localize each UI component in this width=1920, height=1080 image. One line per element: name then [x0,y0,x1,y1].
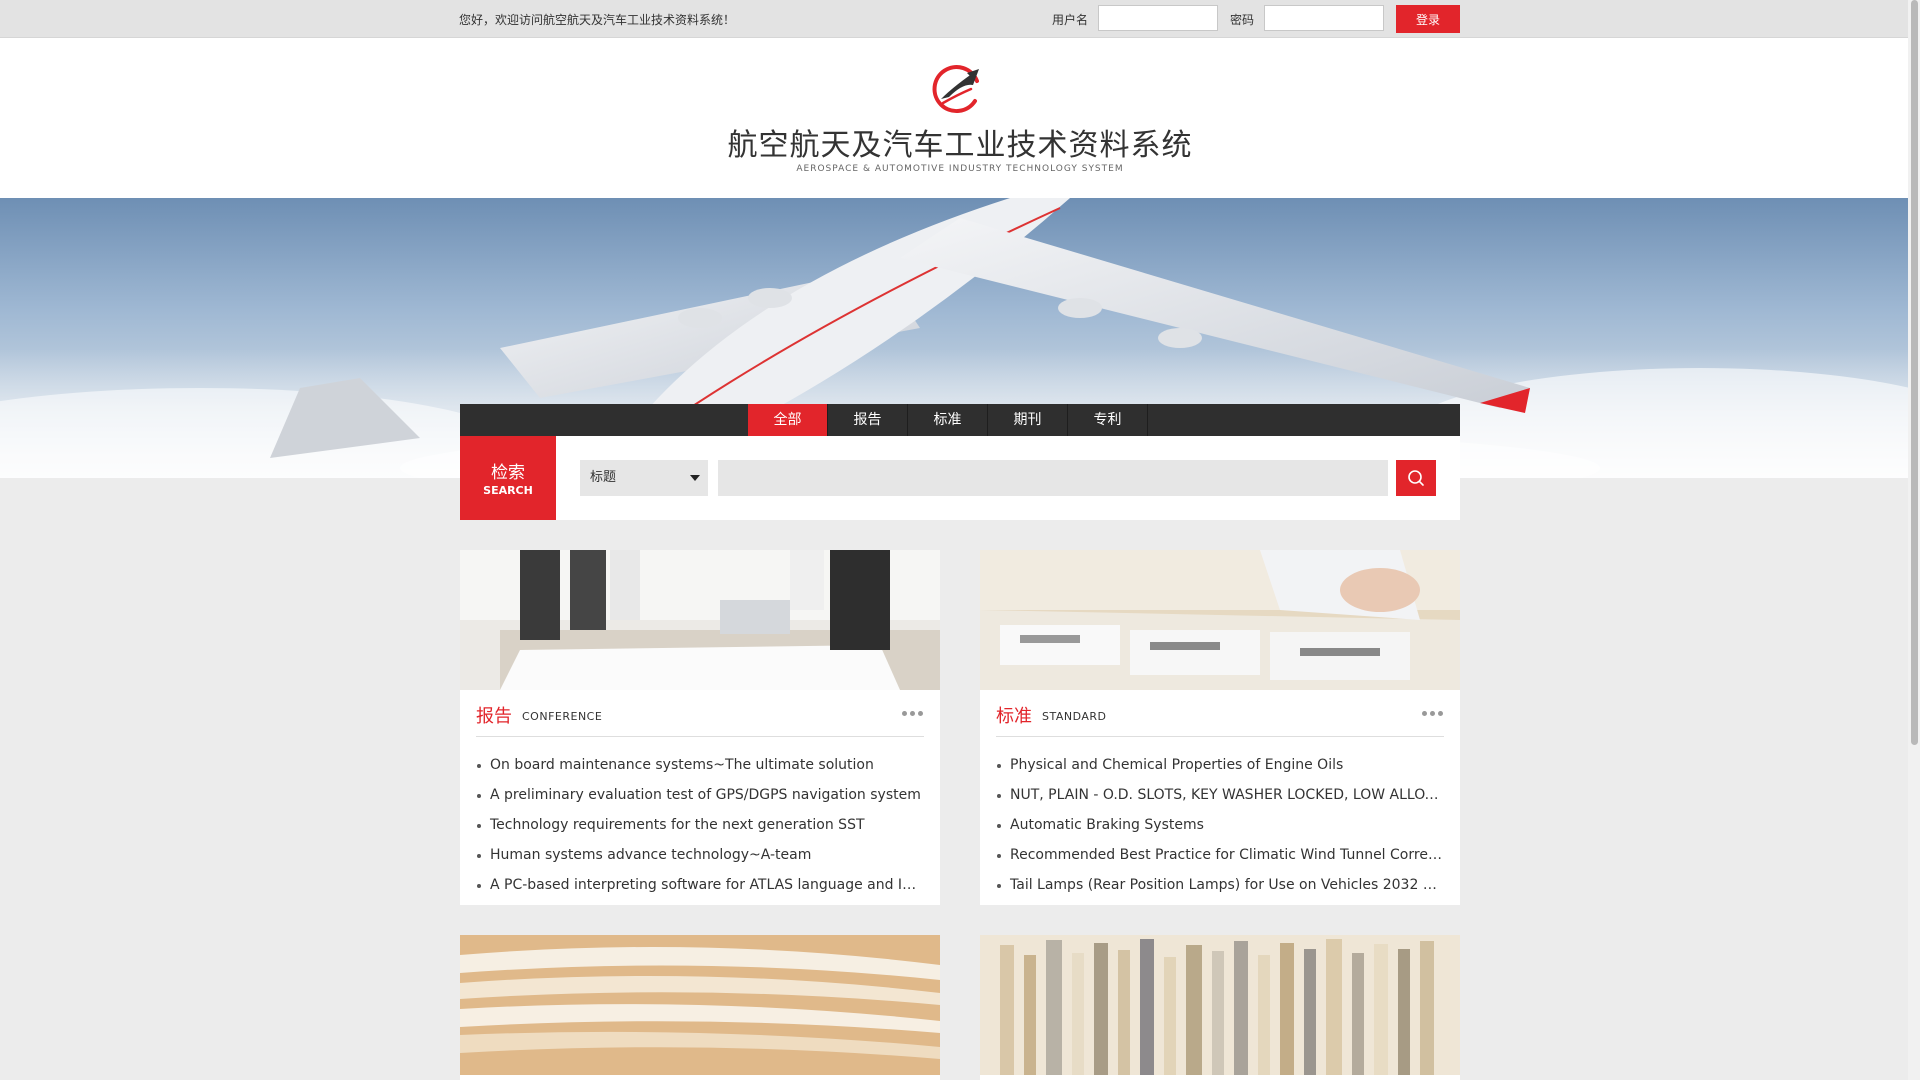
tab-journal[interactable]: 期刊 [988,404,1068,436]
divider [996,736,1444,737]
list-item[interactable]: A PC-based interpreting software for ATL… [476,870,924,900]
section-title-en: CONFERENCE [522,710,603,723]
list-item[interactable]: Human systems advance technology~A-team [476,840,924,870]
search-button[interactable] [1396,460,1436,496]
standard-photo [980,550,1460,690]
section-title-cn: 报告 [476,706,512,727]
list-item[interactable]: Physical and Chemical Properties of Engi… [996,750,1444,780]
category-tabs: 全部 报告 标准 期刊 专利 [460,404,1460,436]
page-scrollbar-thumb[interactable] [1911,0,1918,745]
search-icon [1408,470,1424,486]
list-item[interactable]: Automatic Braking Systems [996,810,1444,840]
section-card-patent [980,935,1460,1080]
password-label: 密码 [1230,13,1255,27]
list-item[interactable]: Recommended Best Practice for Climatic W… [996,840,1444,870]
welcome-text: 您好，欢迎访问航空航天及汽车工业技术资料系统！ [459,13,736,27]
list-item[interactable]: On board maintenance systems~The ultimat… [476,750,924,780]
more-dots-icon[interactable] [902,710,926,718]
list-item[interactable]: Tail Lamps (Rear Position Lamps) for Use… [996,870,1444,900]
username-field[interactable] [1098,5,1218,31]
list-item[interactable]: Technology requirements for the next gen… [476,810,924,840]
section-title-cn: 标准 [996,706,1032,727]
site-header: 航空航天及汽车工业技术资料系统 AEROSPACE & AUTOMOTIVE I… [0,38,1920,198]
divider [476,736,924,737]
conference-photo [460,550,940,690]
search-label-cn: 检索 [491,463,525,483]
top-bar: 您好，欢迎访问航空航天及汽车工业技术资料系统！ 用户名 密码 登录 [0,0,1920,38]
password-field[interactable] [1264,5,1384,31]
section-card-journal [460,935,940,1080]
conference-list: On board maintenance systems~The ultimat… [476,750,924,900]
search-label-block: 检索 SEARCH [460,436,556,520]
search-field-select[interactable]: 标题 [580,460,708,496]
chevron-down-icon [690,475,700,481]
tab-patent[interactable]: 专利 [1068,404,1148,436]
section-card-conference: 报告 CONFERENCE On board maintenance syste… [460,550,940,905]
site-subtitle: AEROSPACE & AUTOMOTIVE INDUSTRY TECHNOLO… [796,164,1124,174]
standard-list: Physical and Chemical Properties of Engi… [996,750,1444,900]
login-button[interactable]: 登录 [1396,5,1460,33]
search-field-selected: 标题 [590,470,617,485]
tab-standard[interactable]: 标准 [908,404,988,436]
list-item[interactable]: NUT, PLAIN - O.D. SLOTS, KEY WASHER LOCK… [996,780,1444,810]
page: 您好，欢迎访问航空航天及汽车工业技术资料系统！ 用户名 密码 登录 航空航天及汽… [0,0,1920,1080]
journal-photo [460,935,940,1075]
username-label: 用户名 [1052,13,1089,27]
section-title-en: STANDARD [1042,710,1107,723]
tab-all[interactable]: 全部 [748,404,828,436]
tab-report[interactable]: 报告 [828,404,908,436]
search-panel: 检索 SEARCH 标题 [460,436,1460,520]
site-title: 航空航天及汽车工业技术资料系统 [727,128,1193,163]
search-input[interactable] [718,460,1388,496]
swoosh-plane-logo-icon [932,65,979,114]
section-card-standard: 标准 STANDARD Physical and Chemical Proper… [980,550,1460,905]
patent-photo [980,935,1460,1075]
more-dots-icon[interactable] [1422,710,1446,718]
list-item[interactable]: A preliminary evaluation test of GPS/DGP… [476,780,924,810]
search-label-en: SEARCH [483,484,533,497]
